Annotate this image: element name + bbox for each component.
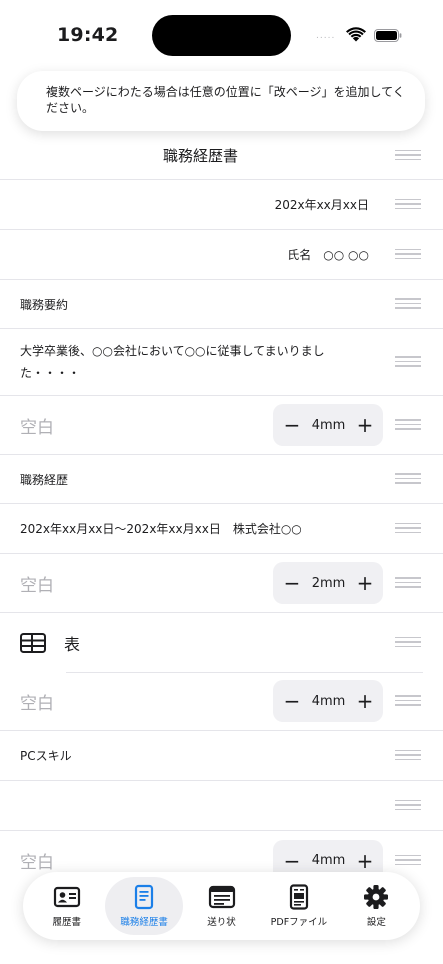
spacing-value: 2mm [311,575,346,591]
list-item[interactable]: 表 [0,613,443,673]
section-heading-history: 職務経歴 [20,472,69,487]
spacing-stepper[interactable]: − 4mm + [273,680,383,722]
decrease-button[interactable]: − [283,573,301,593]
pdf-file-icon [289,884,309,910]
section-heading-pc-skills: PCスキル [20,749,72,763]
status-bar: 19:42 ..... [0,0,443,70]
gear-icon [364,885,389,909]
list-item[interactable]: 大学卒業後、○○会社において○○に従事してまいりました・・・・ [0,329,443,396]
list-item[interactable]: 空白 − 2mm + [0,554,443,613]
drag-handle-icon[interactable] [395,749,421,761]
drag-handle-icon[interactable] [395,695,421,706]
id-card-icon [53,886,80,908]
table-row-content: 表 [20,613,381,672]
decrease-button[interactable]: − [283,415,301,435]
drag-handle-icon[interactable] [395,522,421,534]
drag-handle-icon[interactable] [395,248,421,260]
name-text: 氏名 ○○ ○○ [287,248,369,262]
list-item[interactable]: 氏名 ○○ ○○ [0,230,443,280]
tab-work-history[interactable]: 職務経歴書 [105,877,183,935]
document-icon [135,884,154,910]
tab-label: 設定 [366,917,386,928]
section-heading-summary: 職務要約 [20,297,69,312]
drag-handle-icon[interactable] [395,473,421,484]
drag-handle-icon[interactable] [395,356,421,367]
summary-text: 大学卒業後、○○会社において○○に従事してまいりました・・・・ [20,344,325,380]
letter-icon [208,885,235,909]
battery-icon [374,29,402,42]
tab-cover-letter[interactable]: 送り状 [183,877,260,935]
page-break-hint-banner: 複数ページにわたる場合は任意の位置に「改ページ」を追加してください。 [17,71,425,131]
drag-handle-icon[interactable] [395,854,421,866]
drag-handle-icon[interactable] [395,298,421,309]
wifi-icon [346,27,366,42]
document-title: 職務経歴書 [162,147,238,165]
resume-section-list: 職務経歴書 202x年xx月xx日 氏名 ○○ ○○ 職務要約 大学卒業後、○○… [0,132,443,890]
cellular-signal-icon: ..... [316,31,336,41]
drag-handle-icon[interactable] [395,419,421,430]
increase-button[interactable]: + [356,415,374,435]
drag-handle-icon[interactable] [395,198,421,210]
tab-label: 職務経歴書 [120,917,168,928]
decrease-button[interactable]: − [283,851,301,871]
increase-button[interactable]: + [356,573,374,593]
status-time: 19:42 [57,24,119,46]
history-entry-text: 202x年xx月xx日〜202x年xx月xx日 株式会社○○ [20,522,302,536]
tab-label: PDFファイル [270,917,328,928]
table-label: 表 [64,634,81,654]
tab-settings[interactable]: 設定 [338,877,415,935]
spacing-value: 4mm [311,417,346,433]
spacing-stepper[interactable]: − 4mm + [273,404,383,446]
list-item[interactable]: 職務要約 [0,280,443,329]
list-item[interactable]: 202x年xx月xx日 [0,180,443,230]
drag-handle-icon[interactable] [395,149,421,161]
list-item[interactable]: 職務経歴書 [0,132,443,180]
list-item[interactable]: 空白 − 4mm + [0,672,443,731]
drag-handle-icon[interactable] [395,636,421,648]
drag-handle-icon[interactable] [395,799,421,811]
list-item[interactable]: 職務経歴 [0,455,443,504]
tab-label: 送り状 [207,917,236,928]
increase-button[interactable]: + [356,691,374,711]
tab-resume[interactable]: 履歴書 [28,877,105,935]
increase-button[interactable]: + [356,851,374,871]
list-item[interactable]: 空白 − 4mm + [0,396,443,455]
list-item[interactable] [0,781,443,831]
spacing-value: 4mm [311,693,346,709]
tab-label: 履歴書 [52,917,81,928]
dynamic-island [152,15,291,56]
tab-bar: 履歴書 職務経歴書 送り状 PDFファイル 設定 [23,872,420,940]
drag-handle-icon[interactable] [395,577,421,588]
date-text: 202x年xx月xx日 [274,198,369,212]
list-item[interactable]: 202x年xx月xx日〜202x年xx月xx日 株式会社○○ [0,504,443,554]
empty-text-row [20,781,381,830]
table-icon [20,632,46,653]
spacing-value: 4mm [311,853,346,868]
tab-pdf-files[interactable]: PDFファイル [260,877,337,935]
list-item[interactable]: PCスキル [0,731,443,781]
decrease-button[interactable]: − [283,691,301,711]
spacing-stepper[interactable]: − 2mm + [273,562,383,604]
